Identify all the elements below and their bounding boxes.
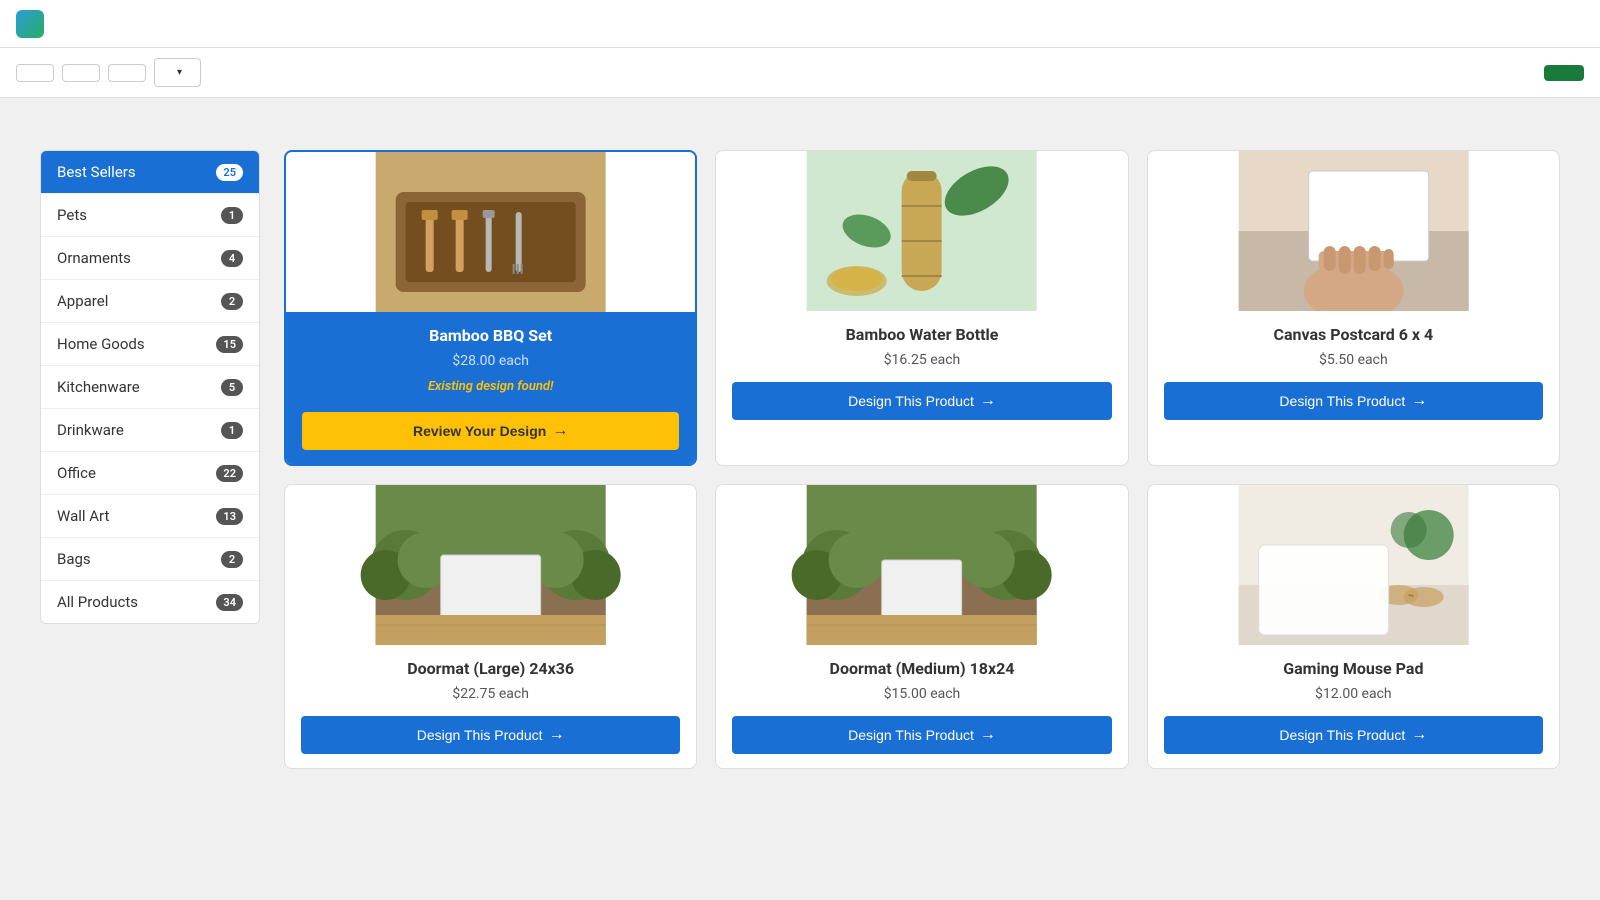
- sidebar-item-badge: 2: [221, 551, 243, 568]
- sidebar-item-label: Kitchenware: [57, 378, 140, 396]
- sidebar-item-all-products[interactable]: All Products 34: [41, 581, 259, 623]
- sidebar-item-wall-art[interactable]: Wall Art 13: [41, 495, 259, 538]
- product-image-doormat-large: [285, 485, 696, 645]
- sidebar-item-label: Best Sellers: [57, 163, 136, 181]
- product-body-doormat-medium: Doormat (Medium) 18x24 $15.00 each Design …: [716, 645, 1127, 768]
- product-name-canvas-postcard: Canvas Postcard 6 x 4: [1273, 325, 1433, 346]
- product-name-doormat-medium: Doormat (Medium) 18x24: [830, 659, 1015, 680]
- product-price-gaming-mousepad: $12.00 each: [1315, 686, 1392, 702]
- product-image-doormat-medium: [716, 485, 1127, 645]
- design-product-button-doormat-medium[interactable]: Design This Product →: [732, 716, 1111, 754]
- sidebar-item-badge: 5: [221, 379, 243, 396]
- product-card-doormat-large: Doormat (Large) 24x36 $22.75 each Design T…: [284, 484, 697, 769]
- sidebar-item-ornaments[interactable]: Ornaments 4: [41, 237, 259, 280]
- product-image-canvas-postcard: [1148, 151, 1559, 311]
- product-name-bamboo-bbq: Bamboo BBQ Set: [429, 326, 552, 347]
- arrow-right-icon: →: [549, 726, 565, 744]
- design-product-button-bamboo-bottle[interactable]: Design This Product →: [732, 382, 1111, 420]
- product-card-bamboo-bottle: Bamboo Water Bottle $16.25 each Design Thi…: [715, 150, 1128, 466]
- arrow-right-icon: →: [980, 392, 996, 410]
- product-price-doormat-large: $22.75 each: [452, 686, 529, 702]
- sidebar-item-kitchenware[interactable]: Kitchenware 5: [41, 366, 259, 409]
- arrow-right-icon: →: [552, 422, 568, 440]
- arrow-right-icon: →: [1411, 726, 1427, 744]
- product-card-gaming-mousepad: Gaming Mouse Pad $12.00 each Design This P…: [1147, 484, 1560, 769]
- design-product-button-doormat-large[interactable]: Design This Product →: [301, 716, 680, 754]
- your-orders-button[interactable]: [108, 64, 146, 82]
- sidebar-item-label: Pets: [57, 206, 87, 224]
- brand-area: [16, 10, 1584, 38]
- account-button[interactable]: ▾: [154, 58, 201, 87]
- product-card-canvas-postcard: Canvas Postcard 6 x 4 $5.50 each Design Th…: [1147, 150, 1560, 466]
- product-image-bamboo-bbq: [286, 152, 695, 312]
- sidebar-item-bags[interactable]: Bags 2: [41, 538, 259, 581]
- sidebar-item-label: Wall Art: [57, 507, 109, 525]
- chevron-down-icon: ▾: [177, 67, 182, 78]
- arrow-right-icon: →: [980, 726, 996, 744]
- sidebar-item-badge: 22: [216, 465, 243, 482]
- sidebar-item-badge: 4: [221, 250, 243, 267]
- product-name-doormat-large: Doormat (Large) 24x36: [407, 659, 574, 680]
- product-body-canvas-postcard: Canvas Postcard 6 x 4 $5.50 each Design Th…: [1148, 311, 1559, 465]
- sidebar-item-badge: 13: [216, 508, 243, 525]
- top-bar: [0, 0, 1600, 48]
- sidebar-item-apparel[interactable]: Apparel 2: [41, 280, 259, 323]
- existing-design-label-bamboo-bbq: Existing design found!: [428, 379, 553, 394]
- help-button[interactable]: [1544, 65, 1584, 81]
- product-name-bamboo-bottle: Bamboo Water Bottle: [846, 325, 999, 346]
- product-body-doormat-large: Doormat (Large) 24x36 $22.75 each Design T…: [285, 645, 696, 768]
- sidebar-item-label: Drinkware: [57, 421, 124, 439]
- product-image-bamboo-bottle: [716, 151, 1127, 311]
- main-layout: Best Sellers25Pets1Ornaments4Apparel2Hom…: [40, 150, 1560, 769]
- sidebar-item-drinkware[interactable]: Drinkware 1: [41, 409, 259, 452]
- product-price-bamboo-bbq: $28.00 each: [452, 353, 529, 369]
- page-content: Best Sellers25Pets1Ornaments4Apparel2Hom…: [0, 98, 1600, 797]
- sidebar: Best Sellers25Pets1Ornaments4Apparel2Hom…: [40, 150, 260, 624]
- sidebar-item-office[interactable]: Office 22: [41, 452, 259, 495]
- product-price-doormat-medium: $15.00 each: [884, 686, 961, 702]
- review-design-button-bamboo-bbq[interactable]: Review Your Design →: [302, 412, 679, 450]
- product-body-gaming-mousepad: Gaming Mouse Pad $12.00 each Design This P…: [1148, 645, 1559, 768]
- product-card-doormat-medium: Doormat (Medium) 18x24 $15.00 each Design …: [715, 484, 1128, 769]
- sidebar-item-label: All Products: [57, 593, 138, 611]
- sidebar-item-badge: 1: [221, 422, 243, 439]
- your-products-button[interactable]: [62, 64, 100, 82]
- product-price-bamboo-bottle: $16.25 each: [884, 352, 961, 368]
- product-body-bamboo-bottle: Bamboo Water Bottle $16.25 each Design Thi…: [716, 311, 1127, 465]
- sidebar-item-badge: 25: [216, 164, 243, 181]
- sidebar-item-badge: 34: [216, 594, 243, 611]
- new-product-button[interactable]: [16, 64, 54, 82]
- design-product-button-gaming-mousepad[interactable]: Design This Product →: [1164, 716, 1543, 754]
- sidebar-item-label: Office: [57, 464, 96, 482]
- product-body-bamboo-bbq: Bamboo BBQ Set $28.00 each Existing design…: [286, 312, 695, 464]
- arrow-right-icon: →: [1411, 392, 1427, 410]
- sidebar-item-badge: 2: [221, 293, 243, 310]
- sidebar-item-label: Apparel: [57, 292, 108, 310]
- product-price-canvas-postcard: $5.50 each: [1319, 352, 1388, 368]
- design-product-button-canvas-postcard[interactable]: Design This Product →: [1164, 382, 1543, 420]
- sidebar-item-label: Ornaments: [57, 249, 131, 267]
- nav-bar: ▾: [0, 48, 1600, 98]
- sidebar-item-label: Bags: [57, 550, 91, 568]
- sidebar-item-best-sellers[interactable]: Best Sellers 25: [41, 151, 259, 194]
- product-card-bamboo-bbq: Bamboo BBQ Set $28.00 each Existing design…: [284, 150, 697, 466]
- sidebar-item-home-goods[interactable]: Home Goods 15: [41, 323, 259, 366]
- sidebar-item-badge: 1: [221, 207, 243, 224]
- sidebar-item-label: Home Goods: [57, 335, 145, 353]
- product-image-gaming-mousepad: [1148, 485, 1559, 645]
- sidebar-item-pets[interactable]: Pets 1: [41, 194, 259, 237]
- product-name-gaming-mousepad: Gaming Mouse Pad: [1283, 659, 1423, 680]
- product-grid: Bamboo BBQ Set $28.00 each Existing design…: [284, 150, 1560, 769]
- brand-logo: [16, 10, 44, 38]
- sidebar-item-badge: 15: [216, 336, 243, 353]
